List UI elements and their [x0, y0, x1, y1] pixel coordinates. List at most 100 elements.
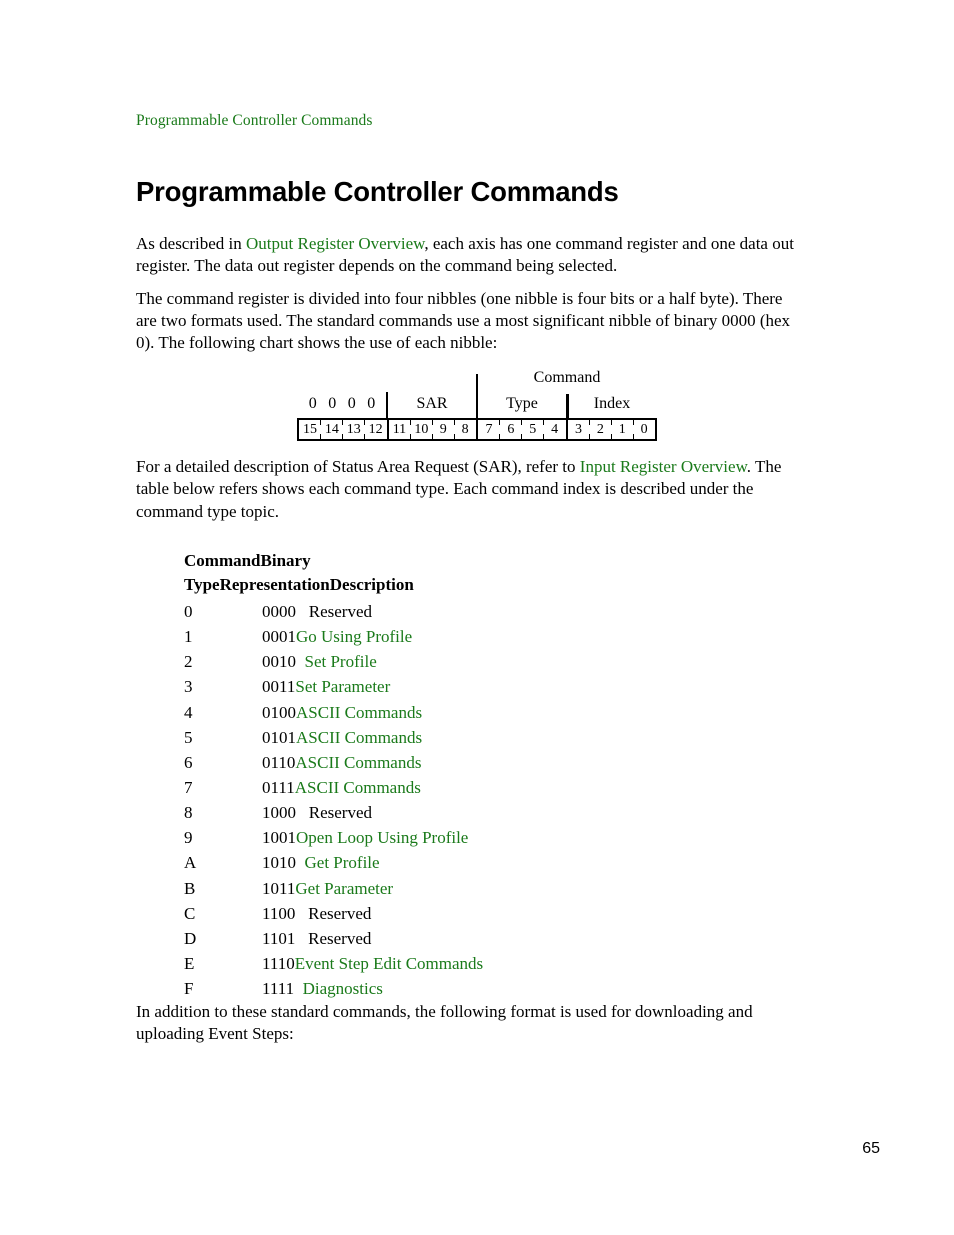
zero-bit-15: 0: [308, 395, 317, 413]
binary-representation-value: 0010: [262, 652, 296, 672]
link-input-register-overview[interactable]: Input Register Overview: [580, 457, 747, 476]
column-gap: [296, 652, 305, 671]
bit-cell-14: 14: [320, 420, 343, 440]
description-link[interactable]: Event Step Edit Commands: [295, 954, 483, 973]
bit-cell-1: 1: [610, 420, 633, 440]
command-type-value: 4: [184, 702, 193, 722]
intro-paragraph-2: The command register is divided into fou…: [136, 289, 791, 353]
description-link[interactable]: Go Using Profile: [296, 627, 412, 646]
column-gap: [296, 853, 305, 872]
bit-cell-11: 11: [386, 420, 411, 440]
table-row: C 1100 Reserved: [184, 901, 806, 926]
binary-representation-value: 0110: [262, 752, 296, 772]
command-type-value: 8: [184, 803, 193, 823]
bitfield-group-sar: SAR: [416, 395, 448, 413]
table-row: 0 0000 Reserved: [184, 599, 806, 624]
bitfield-divider-sar-command: [476, 374, 478, 419]
running-header: Programmable Controller Commands: [136, 112, 373, 129]
description-link[interactable]: ASCII Commands: [296, 703, 422, 722]
command-type-value: A: [184, 853, 197, 873]
command-type-value: D: [184, 928, 197, 948]
description-link[interactable]: Set Parameter: [295, 677, 390, 696]
command-type-value: B: [184, 878, 196, 898]
bit-cell-0: 0: [632, 420, 655, 440]
table-row: 4 0100ASCII Commands: [184, 700, 806, 725]
command-type-value: 7: [184, 777, 193, 797]
sar-paragraph: For a detailed description of Status Are…: [136, 456, 806, 522]
binary-representation-value: 1010: [262, 853, 296, 873]
binary-representation-value: 1110: [262, 954, 295, 974]
description-text: Reserved: [308, 601, 373, 621]
bit-cell-13: 13: [342, 420, 365, 440]
description-link[interactable]: Set Profile: [305, 652, 377, 671]
bit-cell-15: 15: [302, 422, 317, 438]
binary-representation-value: 1011: [262, 878, 296, 898]
bit-cell-2: 2: [588, 420, 611, 440]
description-link[interactable]: ASCII Commands: [295, 753, 421, 772]
table-row: 8 1000 Reserved: [184, 800, 806, 825]
table-row: 5 0101ASCII Commands: [184, 725, 806, 750]
table-row: F 1111 Diagnostics: [184, 976, 806, 1001]
command-type-value: C: [184, 903, 196, 923]
bit-cell-9: 9: [431, 420, 454, 440]
bit-cell-10: 10: [409, 420, 432, 440]
binary-representation-value: 1111: [262, 979, 295, 999]
bit-cell-7: 7: [476, 420, 500, 440]
description-link[interactable]: ASCII Commands: [296, 728, 422, 747]
binary-representation-value: 1000: [262, 803, 296, 823]
table-row: E 1110Event Step Edit Commands: [184, 951, 806, 976]
bit-cell-3: 3: [565, 420, 590, 440]
command-type-value: F: [184, 979, 194, 999]
document-page: Programmable Controller Commands Program…: [0, 0, 954, 1235]
description-link[interactable]: Get Profile: [305, 853, 380, 872]
binary-representation-value: 0111: [262, 777, 295, 797]
command-type-table: CommandBinary TypeRepresentationDescript…: [136, 549, 806, 1002]
column-gap: [295, 904, 308, 923]
description-link[interactable]: Diagnostics: [303, 979, 383, 998]
binary-representation-value: 0001: [262, 627, 296, 647]
bit-cell-12: 12: [364, 420, 387, 440]
bitfield-group-zeros: 0 0 0 0: [297, 392, 387, 416]
binary-representation-value: 1101: [262, 928, 296, 948]
command-table-header-line-1: CommandBinary: [184, 550, 311, 570]
table-row: A 1010 Get Profile: [184, 850, 806, 875]
intro-text-before: As described in: [136, 233, 247, 253]
column-gap: [296, 602, 309, 621]
table-row: 1 0001Go Using Profile: [184, 624, 806, 649]
intro-paragraph-1: As described in Output Register Overview…: [136, 233, 806, 277]
page-content: Programmable Controller Commands Program…: [136, 112, 806, 1057]
bitfield-bit-row: 15 14 13 12 11 10 9 8 7 6 5 4 3 2 1 0: [297, 418, 657, 442]
command-type-value: 2: [184, 652, 193, 672]
bitfield-diagram-wrapper: Command 0 0 0 0 SAR Type Index 15 14 13 …: [136, 370, 806, 442]
command-table-body: 0 0000 Reserved 1 0001Go Using Profile 2 0010…: [184, 599, 806, 1002]
command-type-value: E: [184, 954, 195, 974]
bitfield-group-type: Type: [506, 395, 538, 413]
closing-paragraph: In addition to these standard commands, …: [136, 1002, 753, 1044]
bit-cell-8: 8: [453, 420, 476, 440]
command-type-value: 0: [184, 601, 193, 621]
binary-representation-value: 0101: [262, 727, 296, 747]
bitfield-command-label: Command: [533, 369, 601, 387]
command-table-header-line-2: TypeRepresentationDescription: [184, 575, 414, 595]
description-link[interactable]: Open Loop Using Profile: [296, 828, 468, 847]
description-text: Reserved: [308, 928, 372, 948]
table-row: 9 1001Open Loop Using Profile: [184, 825, 806, 850]
bitfield-divider-type-index: [566, 394, 569, 419]
binary-representation-value: 1001: [262, 828, 296, 848]
command-type-value: 5: [184, 727, 193, 747]
table-row: 3 0011Set Parameter: [184, 674, 806, 699]
zero-bit-13: 0: [347, 395, 356, 413]
link-output-register-overview[interactable]: Output Register Overview: [246, 234, 424, 253]
description-link[interactable]: Get Parameter: [295, 879, 393, 898]
table-row: 2 0010 Set Profile: [184, 649, 806, 674]
column-gap: [294, 979, 303, 998]
binary-representation-value: 0000: [262, 601, 296, 621]
page-title: Programmable Controller Commands: [136, 175, 619, 207]
command-type-value: 1: [184, 627, 193, 647]
table-row: B 1011Get Parameter: [184, 876, 806, 901]
table-row: D 1101 Reserved: [184, 926, 806, 951]
bitfield-divider-zeros-sar: [386, 392, 388, 419]
command-type-value: 6: [184, 752, 193, 772]
bit-cell-5: 5: [521, 420, 544, 440]
description-link[interactable]: ASCII Commands: [295, 778, 421, 797]
